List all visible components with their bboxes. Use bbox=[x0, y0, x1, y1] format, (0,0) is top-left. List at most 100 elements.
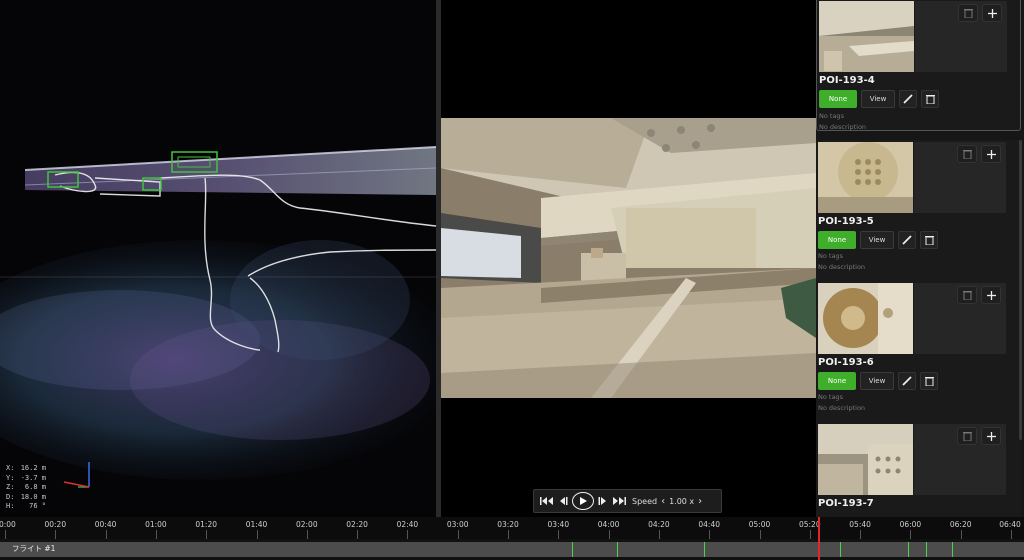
timeline-tick bbox=[709, 530, 711, 539]
coord-row-h: H: 76 ° bbox=[6, 502, 46, 512]
poi-marker[interactable] bbox=[704, 542, 705, 557]
delete-image-button[interactable] bbox=[957, 427, 977, 445]
delete-image-button[interactable] bbox=[958, 4, 978, 22]
tag-none-button[interactable]: None bbox=[819, 90, 857, 108]
timeline-tick-label: 06:20 bbox=[949, 520, 972, 529]
poi-card-actions bbox=[957, 427, 1001, 445]
poi-card-actions bbox=[958, 4, 1002, 22]
speed-increase-button[interactable]: › bbox=[698, 496, 702, 507]
add-image-button[interactable] bbox=[982, 4, 1002, 22]
timeline-ruler[interactable]: 00:00 00:20 00:40 01:00 01:20 01:40 02:00 02:20… bbox=[0, 517, 1024, 539]
step-back-button[interactable] bbox=[558, 496, 568, 506]
view-button[interactable]: View bbox=[861, 90, 895, 108]
camera-coordinates: X: 16.2 m Y: -3.7 m Z: 6.8 m D: 18.0 m H: 76 … bbox=[6, 464, 46, 512]
edit-button[interactable] bbox=[898, 372, 916, 390]
poi-tags: No tags bbox=[819, 112, 844, 120]
coord-value: 76 ° bbox=[29, 502, 46, 510]
poi-card[interactable]: POI-193-4 None View No tags No descripti… bbox=[816, 0, 1021, 131]
poi-buttons: None View bbox=[818, 231, 938, 249]
poi-marker[interactable] bbox=[840, 542, 841, 557]
coord-value: 18.0 m bbox=[20, 492, 46, 501]
coord-key: H: bbox=[6, 502, 15, 510]
timeline-track-flight[interactable]: フライト #1 bbox=[0, 542, 1024, 557]
video-frame[interactable] bbox=[441, 118, 816, 398]
timeline-tick-label: 03:00 bbox=[446, 520, 469, 529]
poi-card[interactable]: POI-193-5 None View No tags No descripti… bbox=[816, 140, 1021, 281]
poi-title: POI-193-6 bbox=[818, 357, 874, 368]
poi-marker[interactable] bbox=[908, 542, 909, 557]
coord-key: X: bbox=[6, 464, 15, 472]
add-image-button[interactable] bbox=[981, 427, 1001, 445]
pencil-icon bbox=[902, 235, 912, 245]
poi-tags: No tags bbox=[818, 393, 843, 401]
timeline-tick bbox=[407, 530, 409, 539]
timeline-tick bbox=[155, 530, 157, 539]
pencil-icon bbox=[902, 376, 912, 386]
playhead[interactable] bbox=[818, 517, 820, 560]
poi-thumbnail[interactable] bbox=[818, 283, 913, 354]
poi-description: No description bbox=[818, 263, 866, 271]
speed-decrease-button[interactable]: ‹ bbox=[661, 496, 665, 507]
coord-row-x: X: 16.2 m bbox=[6, 464, 46, 474]
step-back-icon bbox=[560, 497, 568, 505]
timeline-tick-label: 00:20 bbox=[44, 520, 67, 529]
timeline-tick bbox=[508, 530, 509, 539]
delete-image-button[interactable] bbox=[957, 145, 977, 163]
app-window: X: 16.2 m Y: -3.7 m Z: 6.8 m D: 18.0 m H: 76 … bbox=[0, 0, 1024, 560]
poi-marker[interactable] bbox=[617, 542, 618, 557]
poi-thumbnail-image bbox=[818, 424, 913, 495]
play-icon bbox=[580, 497, 587, 505]
delete-image-button[interactable] bbox=[957, 286, 977, 304]
poi-card[interactable]: POI-193-6 None View No tags No descripti… bbox=[816, 281, 1021, 422]
skip-to-start-button[interactable] bbox=[540, 496, 554, 506]
trash-icon bbox=[962, 291, 972, 300]
edit-button[interactable] bbox=[899, 90, 917, 108]
poi-marker[interactable] bbox=[926, 542, 927, 557]
timeline-tick bbox=[206, 530, 208, 539]
poi-thumbnail-image bbox=[818, 283, 913, 354]
trash-icon bbox=[963, 9, 973, 18]
poi-thumbnail[interactable] bbox=[819, 1, 914, 72]
view-button[interactable]: View bbox=[860, 372, 894, 390]
step-forward-button[interactable] bbox=[598, 496, 608, 506]
delete-button[interactable] bbox=[920, 372, 938, 390]
timeline[interactable]: 00:00 00:20 00:40 01:00 01:20 01:40 02:00 02:20… bbox=[0, 517, 1024, 560]
timeline-tick bbox=[357, 530, 359, 539]
timeline-tick bbox=[558, 530, 560, 539]
tag-none-button[interactable]: None bbox=[818, 372, 856, 390]
poi-description: No description bbox=[819, 123, 867, 131]
poi-list-panel: POI-193-4 None View No tags No descripti… bbox=[816, 0, 1024, 517]
plus-icon bbox=[986, 431, 996, 441]
play-button[interactable] bbox=[572, 492, 594, 510]
poi-thumbnail[interactable] bbox=[818, 142, 913, 213]
coord-row-d: D: 18.0 m bbox=[6, 493, 46, 503]
delete-button[interactable] bbox=[920, 231, 938, 249]
tag-none-button[interactable]: None bbox=[818, 231, 856, 249]
point-cloud-viewport[interactable]: X: 16.2 m Y: -3.7 m Z: 6.8 m D: 18.0 m H: 76 … bbox=[0, 0, 436, 517]
skip-to-end-button[interactable] bbox=[612, 496, 626, 506]
bridge-bearing-video-image bbox=[441, 118, 816, 398]
sidebar-scrollbar[interactable] bbox=[1019, 140, 1022, 440]
plus-icon bbox=[986, 290, 996, 300]
timeline-tick-label: 01:20 bbox=[195, 520, 217, 529]
edit-button[interactable] bbox=[898, 231, 916, 249]
poi-buttons: None View bbox=[818, 372, 938, 390]
timeline-tick-label: 03:20 bbox=[497, 520, 519, 529]
poi-marker[interactable] bbox=[572, 542, 573, 557]
trash-icon bbox=[962, 150, 972, 159]
poi-marker[interactable] bbox=[952, 542, 953, 557]
timeline-tick-label: 01:40 bbox=[245, 520, 268, 529]
delete-button[interactable] bbox=[921, 90, 939, 108]
poi-title: POI-193-7 bbox=[818, 498, 874, 509]
add-image-button[interactable] bbox=[981, 145, 1001, 163]
poi-thumbnail[interactable] bbox=[818, 424, 913, 495]
timeline-tick-label: 04:00 bbox=[597, 520, 620, 529]
timeline-tick-label: 05:00 bbox=[748, 520, 771, 529]
view-button[interactable]: View bbox=[860, 231, 894, 249]
timeline-tick-label: 00:00 bbox=[0, 520, 16, 529]
poi-card[interactable]: POI-193-7 bbox=[816, 422, 1021, 517]
add-image-button[interactable] bbox=[981, 286, 1001, 304]
timeline-tick-label: 04:20 bbox=[648, 520, 670, 529]
timeline-tick bbox=[809, 530, 811, 539]
poi-tags: No tags bbox=[818, 252, 843, 260]
